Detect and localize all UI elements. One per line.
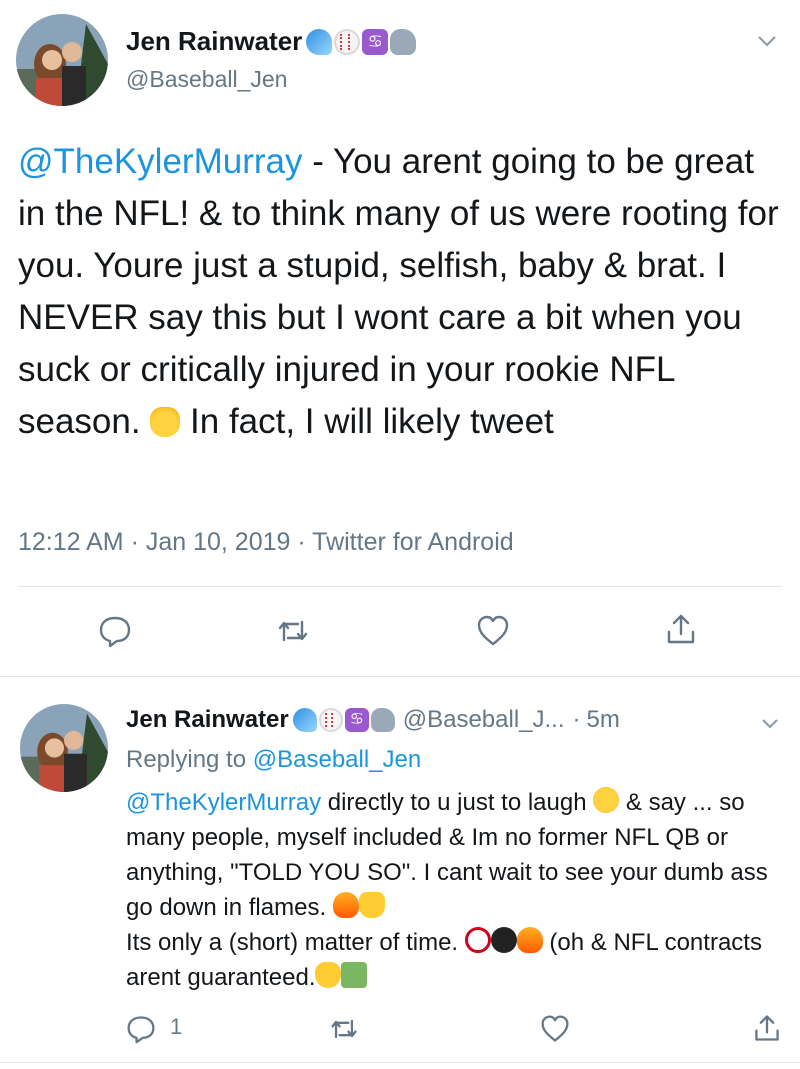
name-emojis: ♋	[306, 28, 417, 55]
replying-to: Replying to @Baseball_Jen	[126, 746, 421, 774]
chevron-down-icon[interactable]	[756, 30, 778, 52]
reply-text-seg3: Its only a (short) matter of time.	[126, 929, 465, 956]
tweet-text: @TheKylerMurray - You arent going to be …	[18, 136, 788, 448]
like-button[interactable]	[476, 614, 510, 648]
reply-text: @TheKylerMurray directly to u just to la…	[126, 785, 786, 995]
baseball-emoji-icon	[318, 708, 343, 732]
author-name[interactable]: Jen Rainwater	[126, 26, 302, 57]
fire-emoji-icon	[332, 892, 359, 918]
waving-hands-emoji-icon	[315, 962, 342, 988]
author-handle[interactable]: @Baseball_Jen	[126, 66, 287, 93]
reply-header: Jen Rainwater ♋ @Baseball_J... · 5m	[126, 706, 620, 734]
cancer-sign-emoji-icon: ♋	[362, 28, 389, 55]
elephant-emoji-icon	[370, 708, 395, 732]
share-button[interactable]	[664, 612, 698, 646]
middle-finger-emoji-icon	[150, 407, 181, 437]
tweet-text-part2: In fact, I will likely tweet	[180, 402, 554, 441]
tweet-text-part1: - You arent going to be great in the NFL…	[18, 142, 779, 441]
laughing-emoji-icon	[593, 787, 620, 813]
reply-button[interactable]	[98, 614, 132, 648]
author-avatar[interactable]	[16, 14, 108, 106]
bomb-emoji-icon	[490, 927, 517, 953]
mention-link[interactable]: @TheKylerMurray	[18, 142, 302, 181]
replying-to-label: Replying to	[126, 746, 253, 773]
reply-author-avatar[interactable]	[20, 704, 108, 792]
share-button[interactable]	[752, 1012, 782, 1044]
retweet-button[interactable]	[276, 614, 310, 648]
tweet-timestamp[interactable]: 12:12 AM · Jan 10, 2019 · Twitter for An…	[18, 528, 514, 557]
author-name-row: Jen Rainwater ♋	[126, 26, 417, 57]
reply-button[interactable]	[126, 1014, 156, 1044]
retweet-button[interactable]	[328, 1014, 360, 1044]
mention-link[interactable]: @TheKylerMurray	[126, 789, 321, 816]
elephant-emoji-icon	[390, 28, 417, 55]
reply-count: 1	[170, 1014, 183, 1039]
fire-emoji-icon	[516, 927, 543, 953]
cancer-sign-emoji-icon: ♋	[344, 708, 369, 732]
reply-author-handle[interactable]: @Baseball_J...	[403, 706, 565, 734]
replying-to-handle[interactable]: @Baseball_Jen	[253, 746, 421, 773]
chevron-down-icon[interactable]	[760, 714, 780, 734]
meta-separator: ·	[572, 706, 581, 733]
reply-author-name[interactable]: Jen Rainwater	[126, 706, 289, 734]
thumbs-down-emoji-icon	[358, 892, 385, 918]
divider	[18, 586, 782, 587]
baseball-emoji-icon	[334, 28, 361, 55]
wave-emoji-icon	[292, 708, 317, 732]
wave-emoji-icon	[306, 28, 333, 55]
main-tweet: Jen Rainwater ♋ @Baseball_Jen @TheKylerM…	[0, 0, 800, 676]
reply-time-ago[interactable]: 5m	[587, 706, 620, 734]
money-with-wings-emoji-icon	[341, 962, 368, 988]
like-button[interactable]	[540, 1014, 570, 1044]
reply-text-seg1: directly to u just to laugh	[321, 789, 594, 816]
divider	[0, 1062, 800, 1063]
divider	[0, 676, 800, 677]
reply-name-emojis: ♋	[292, 708, 395, 732]
alarm-clock-emoji-icon	[464, 927, 491, 953]
